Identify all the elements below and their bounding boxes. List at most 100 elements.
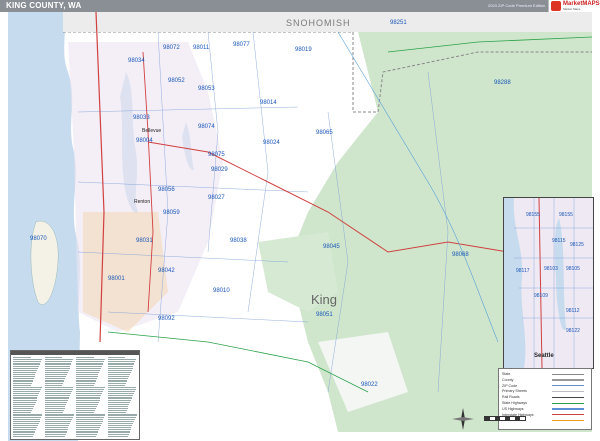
table-row <box>107 425 133 427</box>
table-row <box>13 397 38 399</box>
map-page: KING COUNTY, WA 2023 ZIP Code Premium Ed… <box>0 0 600 441</box>
table-row <box>107 361 136 363</box>
zip-label: 98074 <box>198 124 215 130</box>
table-row <box>107 391 135 393</box>
table-row <box>13 374 36 376</box>
table-header <box>11 351 139 355</box>
table-row <box>76 378 97 380</box>
inset-zip-label: 98105 <box>566 266 580 272</box>
city-label: Renton <box>134 199 151 205</box>
legend-swatch <box>552 390 584 393</box>
zip-label: 98072 <box>163 45 180 51</box>
legend-swatch <box>552 396 584 398</box>
table-row <box>44 391 72 393</box>
table-row <box>44 425 70 427</box>
table-row <box>76 359 105 361</box>
zip-label: 98059 <box>163 210 180 216</box>
table-row <box>13 361 41 363</box>
inset-zip-label: 98122 <box>566 328 580 334</box>
legend-swatch <box>552 379 584 381</box>
table-row <box>13 431 36 433</box>
table-row <box>76 431 99 433</box>
table-row <box>44 410 64 412</box>
table-row <box>107 418 135 420</box>
table-row <box>13 388 42 390</box>
legend-label: Rail Roads <box>502 395 520 400</box>
zip-label: 98075 <box>208 152 225 158</box>
table-row <box>44 403 67 405</box>
table-row <box>13 384 31 386</box>
legend-item: State <box>502 372 588 376</box>
inset-city-label: Seattle <box>534 353 554 359</box>
inset-canvas <box>504 198 593 368</box>
legend-swatch <box>552 385 584 387</box>
table-row <box>44 380 65 382</box>
zip-index-table <box>10 350 140 440</box>
table-row <box>107 397 132 399</box>
table-row <box>13 395 39 397</box>
table-row <box>76 365 102 367</box>
table-row <box>13 433 35 435</box>
table-row <box>76 420 103 422</box>
table-row <box>44 422 71 424</box>
inset-zip-label: 98112 <box>566 308 580 314</box>
table-row <box>44 384 63 386</box>
table-row <box>76 361 104 363</box>
legend-swatch <box>552 408 584 410</box>
table-row <box>13 378 34 380</box>
table-col <box>107 357 138 437</box>
table-row <box>76 401 99 403</box>
table-row <box>44 357 63 359</box>
table-row <box>107 420 135 422</box>
table-row <box>13 367 39 369</box>
publisher-logo: MarketMAPS Market Maps <box>548 0 600 12</box>
table-row <box>107 414 137 416</box>
table-row <box>13 380 33 382</box>
legend-item: County <box>502 378 588 382</box>
table-row <box>13 418 41 420</box>
inset-zip-label: 98117 <box>516 268 530 274</box>
logo-mark-icon <box>551 1 561 11</box>
table-row <box>13 429 36 431</box>
table-row <box>107 367 133 369</box>
table-row <box>44 365 71 367</box>
table-row <box>44 433 66 435</box>
table-row <box>44 359 74 361</box>
zip-label: 98065 <box>316 130 333 136</box>
legend-label: State <box>502 372 511 376</box>
legend-swatch <box>552 402 584 404</box>
table-row <box>76 369 101 371</box>
table-row <box>13 420 40 422</box>
table-row <box>44 363 72 365</box>
table-row <box>44 401 68 403</box>
zip-label: 98033 <box>133 115 150 121</box>
table-row <box>107 401 131 403</box>
table-row <box>107 382 127 384</box>
inset-zip-label: 98115 <box>552 238 566 244</box>
table-row <box>76 414 106 416</box>
table-row <box>107 422 134 424</box>
table-row <box>76 371 100 373</box>
table-row <box>107 435 128 437</box>
table-row <box>76 408 97 410</box>
table-row <box>13 386 42 388</box>
table-row <box>76 410 96 412</box>
table-row <box>76 367 102 369</box>
table-row <box>44 374 67 376</box>
table-row <box>44 378 66 380</box>
table-row <box>76 395 102 397</box>
zip-label: 98027 <box>208 195 225 201</box>
table-row <box>44 371 68 373</box>
table-row <box>13 371 37 373</box>
legend-item: Primary Streets <box>502 389 588 393</box>
zip-label: 98051 <box>316 312 333 318</box>
table-row <box>13 414 43 416</box>
table-row <box>107 378 129 380</box>
table-row <box>107 429 131 431</box>
table-row <box>13 363 40 365</box>
table-row <box>76 399 100 401</box>
table-row <box>76 393 103 395</box>
table-row <box>76 403 98 405</box>
legend-label: State Highways <box>502 401 527 405</box>
zip-label: 98024 <box>263 140 280 146</box>
